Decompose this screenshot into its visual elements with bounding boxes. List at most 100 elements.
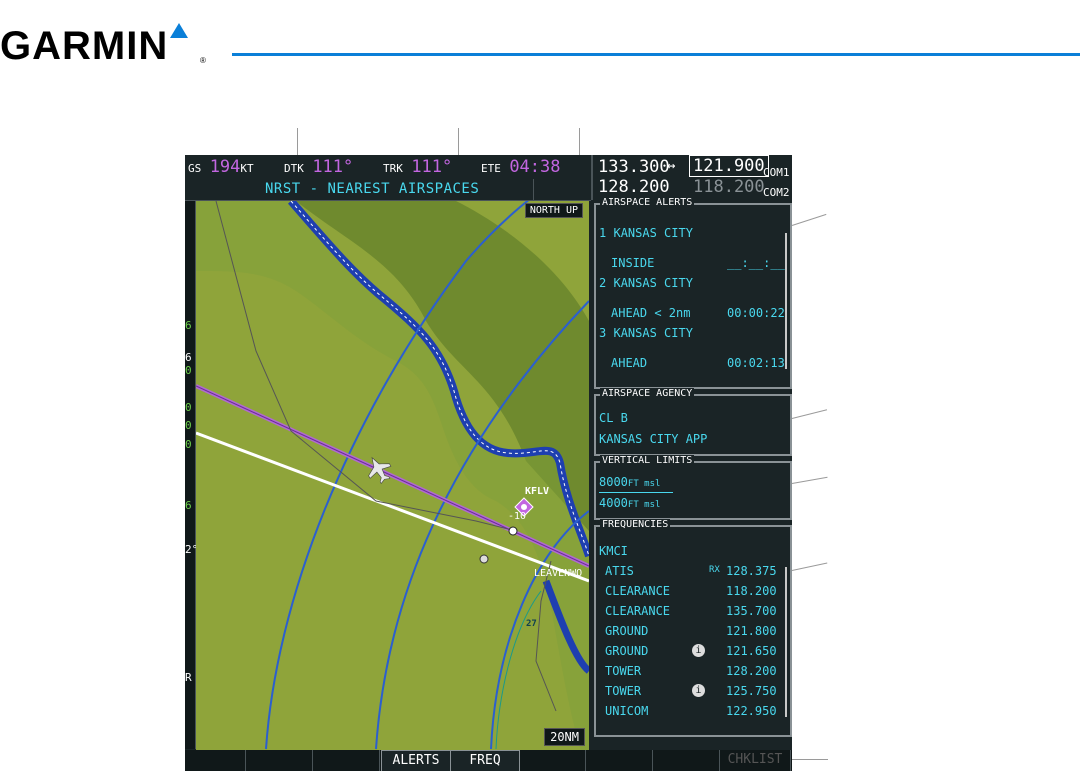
gs-field: GS 194KT xyxy=(188,157,254,177)
com1-active-freq[interactable]: 121.900 xyxy=(689,155,769,177)
header-rule xyxy=(232,53,1080,56)
frequencies-panel: FREQUENCIES KMCI ATIS RX 128.375 CLEARAN… xyxy=(594,519,792,737)
airspace-alerts-title: AIRSPACE ALERTS xyxy=(600,197,695,208)
alert-status: INSIDE xyxy=(611,256,655,270)
softkey-bar: ALERTS FREQ CHKLIST xyxy=(185,750,792,771)
freq-value[interactable]: 128.375 xyxy=(726,564,777,578)
freq-name: TOWER xyxy=(605,684,642,698)
frequencies-scrollbar[interactable] xyxy=(785,567,787,717)
dtk-value: 111° xyxy=(312,157,354,177)
checklist-softkey[interactable]: CHKLIST xyxy=(720,750,791,771)
waypoint-icon xyxy=(508,526,518,536)
alert-status: AHEAD < 2nm xyxy=(611,306,691,320)
alerts-scrollbar[interactable] xyxy=(785,233,787,369)
registered-mark: ® xyxy=(200,56,206,65)
softkey-3[interactable] xyxy=(313,750,380,771)
softkey-2[interactable] xyxy=(246,750,313,771)
alert-item-2[interactable]: 2 KANSAS CITY xyxy=(599,276,693,290)
freq-name: TOWER xyxy=(605,664,642,678)
com1-standby-freq[interactable]: 133.300 xyxy=(598,157,670,177)
strip-value: 6 xyxy=(185,499,192,512)
softkey-8[interactable] xyxy=(653,750,720,771)
logo-triangle-icon xyxy=(170,23,188,38)
page-title: NRST - NEAREST AIRSPACES xyxy=(265,181,480,197)
com2-label-text: COM2 xyxy=(763,186,790,199)
freq-value[interactable]: 135.700 xyxy=(726,604,777,618)
heliport-icon xyxy=(479,554,489,564)
freq-name: GROUND xyxy=(605,644,649,658)
callout-line xyxy=(791,562,828,571)
freq-rx-flag: RX xyxy=(709,565,720,575)
com1-label: COM1 xyxy=(763,161,790,181)
strip-value: 0 xyxy=(185,419,192,432)
alert-status: AHEAD xyxy=(611,356,648,370)
alert-time: 00:00:22 xyxy=(727,306,785,320)
freq-value[interactable]: 118.200 xyxy=(726,584,777,598)
freq-value[interactable]: 122.950 xyxy=(726,704,777,718)
softkey-1[interactable] xyxy=(185,750,246,771)
freq-value[interactable]: 128.200 xyxy=(726,664,777,678)
airport-label: KFLV xyxy=(525,486,550,497)
strip-value: 0 xyxy=(185,438,192,451)
info-icon[interactable]: i xyxy=(692,684,705,697)
gs-unit: KT xyxy=(240,162,254,175)
limits-divider xyxy=(599,492,673,493)
softkey-7[interactable] xyxy=(586,750,653,771)
alert-num: 1 xyxy=(599,226,607,240)
info-icon[interactable]: i xyxy=(692,644,705,657)
com2-standby-freq[interactable]: 128.200 xyxy=(598,177,670,197)
freq-softkey[interactable]: FREQ xyxy=(450,750,520,771)
freq-name: CLEARANCE xyxy=(605,584,671,598)
trk-value: 111° xyxy=(411,157,453,177)
alert-name: KANSAS CITY xyxy=(613,226,693,240)
aircraft-icon xyxy=(368,456,392,485)
alert-item-3[interactable]: 3 KANSAS CITY xyxy=(599,326,693,340)
vertical-limits-title: VERTICAL LIMITS xyxy=(600,455,695,466)
trk-field: TRK 111° xyxy=(383,157,452,177)
com2-active-freq[interactable]: 118.200 xyxy=(693,177,765,197)
north-up-indicator[interactable]: NORTH UP xyxy=(524,203,583,218)
freq-name: UNICOM xyxy=(605,704,649,718)
ete-label: ETE xyxy=(481,162,501,175)
swap-arrow-icon[interactable]: ↔ xyxy=(667,158,675,174)
alert-time: 00:02:13 xyxy=(727,356,785,370)
dtk-field: DTK 111° xyxy=(284,157,353,177)
strip-value: R xyxy=(185,671,192,684)
upper-limit-unit: FT msl xyxy=(627,479,661,489)
freq-value[interactable]: 125.750 xyxy=(726,684,777,698)
callout-line xyxy=(791,213,827,226)
map-range[interactable]: 20NM xyxy=(544,728,585,746)
softkey-6[interactable] xyxy=(519,750,586,771)
com1-active-value: 121.900 xyxy=(689,155,769,177)
alert-item-1[interactable]: 1 KANSAS CITY xyxy=(599,226,693,240)
logo-text: GARMIN xyxy=(0,24,169,68)
page-title-bar: NRST - NEAREST AIRSPACES xyxy=(185,179,591,201)
strip-value: 0 xyxy=(185,364,192,377)
upper-limit: 8000FT msl xyxy=(599,475,660,489)
freq-value[interactable]: 121.650 xyxy=(726,644,777,658)
alert-name: KANSAS CITY xyxy=(613,326,693,340)
lower-limit-value: 4000 xyxy=(599,496,628,510)
strip-value: 6 xyxy=(185,319,192,332)
lower-limit-unit: FT msl xyxy=(627,500,661,510)
com2-label: COM2 xyxy=(763,181,790,201)
nav-map[interactable]: NORTH UP KFLV -10 27 LEAVENWO 20NM xyxy=(196,201,589,750)
ete-value: 04:38 xyxy=(509,157,561,177)
com-radio-box: 133.300 ↔ 121.900 COM1 128.200 118.200 C… xyxy=(591,155,792,200)
alert-num: 3 xyxy=(599,326,607,340)
alert-time: __:__:__ xyxy=(727,256,785,270)
com1-label-text: COM1 xyxy=(763,166,790,179)
callout-line xyxy=(791,409,828,419)
airspace-agency-title: AIRSPACE AGENCY xyxy=(600,388,695,399)
freq-name: CLEARANCE xyxy=(605,604,671,618)
upper-limit-value: 8000 xyxy=(599,475,628,489)
alert-num: 2 xyxy=(599,276,607,290)
freq-value[interactable]: 121.800 xyxy=(726,624,777,638)
lower-limit: 4000FT msl xyxy=(599,496,660,510)
callout-line xyxy=(791,476,828,484)
airspace-agency-panel: AIRSPACE AGENCY CL B KANSAS CITY APP xyxy=(594,388,792,456)
strip-value: 0 xyxy=(185,401,192,414)
alerts-softkey[interactable]: ALERTS xyxy=(381,750,451,771)
title-divider xyxy=(533,179,534,200)
airspace-class: CL B xyxy=(599,411,628,425)
